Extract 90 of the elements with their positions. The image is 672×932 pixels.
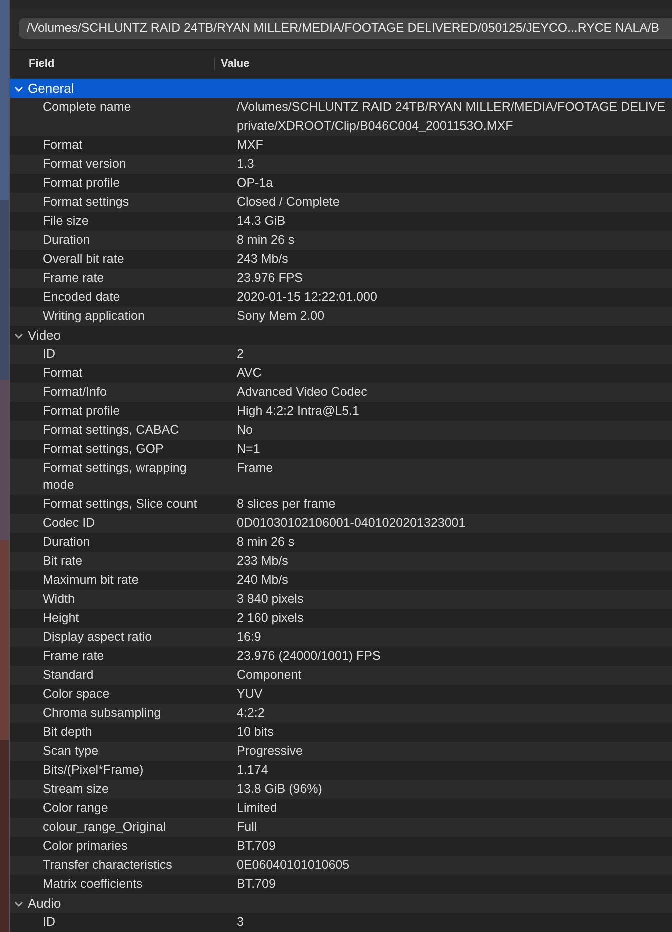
field-value: Frame (237, 460, 274, 477)
field-value: BT.709 (237, 838, 276, 855)
field-value: Limited (237, 800, 278, 817)
field-name: colour_range_Original (42, 819, 167, 836)
field-name: Writing application (42, 308, 146, 325)
field-name: ID (42, 914, 56, 931)
field-name: Height (42, 610, 80, 627)
field-value: 3 (237, 914, 244, 931)
field-value: 1.3 (237, 156, 254, 173)
path-field[interactable]: /Volumes/SCHLUNTZ RAID 24TB/RYAN MILLER/MEDIA/FOOTAGE DELIVERED/050125/JEYCO...RYCE NALA/B (19, 18, 672, 39)
section-title: Video (28, 328, 62, 343)
field-value: 240 Mb/s (237, 572, 288, 589)
field-name: Scan type (42, 743, 100, 760)
field-name: Format (42, 137, 84, 154)
column-header[interactable]: Field (10, 58, 215, 70)
field-name: Format (42, 365, 84, 382)
field-name: Format settings (42, 194, 130, 211)
field-value: 23.976 (24000/1001) FPS (237, 648, 381, 665)
field-name: Format settings, wrapping mode (42, 460, 188, 494)
field-name: Duration (42, 232, 92, 249)
field-name: Transfer characteristics (42, 857, 174, 874)
field-name: Stream size (42, 781, 110, 798)
field-value: MXF (237, 137, 264, 154)
field-value: YUV (237, 686, 263, 703)
section-row[interactable]: Video (10, 326, 672, 345)
field-value: Component (237, 667, 302, 684)
field-value: 0E06040101010605 (237, 857, 350, 874)
field-value: BT.709 (237, 876, 276, 893)
field-value: No (237, 422, 253, 439)
field-name: Format settings, CABAC (42, 422, 180, 439)
field-name: Bit rate (42, 553, 84, 570)
field-value: Closed / Complete (237, 194, 340, 211)
field-name: Maximum bit rate (42, 572, 140, 589)
field-name: Frame rate (42, 270, 106, 287)
section-title: Audio (28, 896, 62, 911)
field-value: N=1 (237, 441, 260, 458)
section-row[interactable]: Audio (10, 894, 672, 913)
field-value: private/XDROOT/Clip/B046C004_2001153O.MXF (237, 118, 514, 135)
field-value: 8 slices per frame (237, 496, 336, 513)
field-name: Display aspect ratio (42, 629, 154, 646)
field-value: Sony Mem 2.00 (237, 308, 325, 325)
field-value: Full (237, 819, 258, 836)
field-name: Format/Info (42, 384, 108, 401)
field-name: Width (42, 591, 76, 608)
field-value: 8 min 26 s (237, 534, 295, 551)
field-value: 0D01030102106001-0401020201323001 (237, 515, 466, 532)
column-header[interactable]: Value (215, 58, 250, 70)
field-value: 1.174 (237, 762, 268, 779)
field-value: 23.976 FPS (237, 270, 304, 287)
field-value: Advanced Video Codec (237, 384, 368, 401)
section-title: General (28, 81, 74, 96)
field-name: Color range (42, 800, 110, 817)
field-name: Bits/(Pixel*Frame) (42, 762, 145, 779)
field-name: Overall bit rate (42, 251, 126, 268)
field-value: 233 Mb/s (237, 553, 288, 570)
field-name: Format settings, Slice count (42, 496, 198, 513)
field-name: Complete name (42, 99, 132, 116)
field-name: Codec ID (42, 515, 96, 532)
field-name: Chroma subsampling (42, 705, 162, 722)
field-value: OP-1a (237, 175, 274, 192)
field-name: Color primaries (42, 838, 129, 855)
field-value: 14.3 GiB (237, 213, 286, 230)
field-value: 10 bits (237, 724, 274, 741)
field-name: Matrix coefficients (42, 876, 144, 893)
field-name: Duration (42, 534, 92, 551)
field-name: Frame rate (42, 648, 106, 665)
field-value: 3 840 pixels (237, 591, 304, 608)
field-name: ID (42, 346, 56, 363)
field-name: File size (42, 213, 90, 230)
field-name: Encoded date (42, 289, 122, 306)
section-row[interactable]: General (10, 79, 672, 98)
field-name: Format profile (42, 175, 122, 192)
field-name: Format version (42, 156, 128, 173)
field-value: Progressive (237, 743, 303, 760)
field-value: AVC (237, 365, 262, 382)
field-name: Format settings, GOP (42, 441, 165, 458)
field-value: 13.8 GiB (96%) (237, 781, 322, 798)
field-value: /Volumes/SCHLUNTZ RAID 24TB/RYAN MILLER/MEDIA/FOOTAGE DELIVE (237, 99, 666, 116)
field-value: 16:9 (237, 629, 262, 646)
field-value: High 4:2:2 Intra@L5.1 (237, 403, 360, 420)
field-name: Bit depth (42, 724, 94, 741)
field-value: 2 160 pixels (237, 610, 304, 627)
field-value: 4:2:2 (237, 705, 265, 722)
field-value: 243 Mb/s (237, 251, 288, 268)
field-name: Format profile (42, 403, 122, 420)
field-name: Standard (42, 667, 95, 684)
field-value: 2 (237, 346, 244, 363)
field-name: Color space (42, 686, 111, 703)
field-value: 8 min 26 s (237, 232, 295, 249)
field-value: 2020-01-15 12:22:01.000 (237, 289, 378, 306)
